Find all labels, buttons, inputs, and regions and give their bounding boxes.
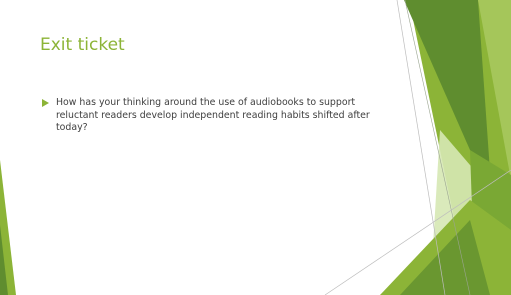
slide-body: How has your thinking around the use of … <box>42 97 372 135</box>
slide-title: Exit ticket <box>40 35 125 55</box>
triangle-right-icon <box>42 99 49 107</box>
slide: Exit ticket How has your thinking around… <box>0 0 511 295</box>
bullet-text: How has your thinking around the use of … <box>56 97 370 133</box>
bullet-item: How has your thinking around the use of … <box>42 97 372 135</box>
